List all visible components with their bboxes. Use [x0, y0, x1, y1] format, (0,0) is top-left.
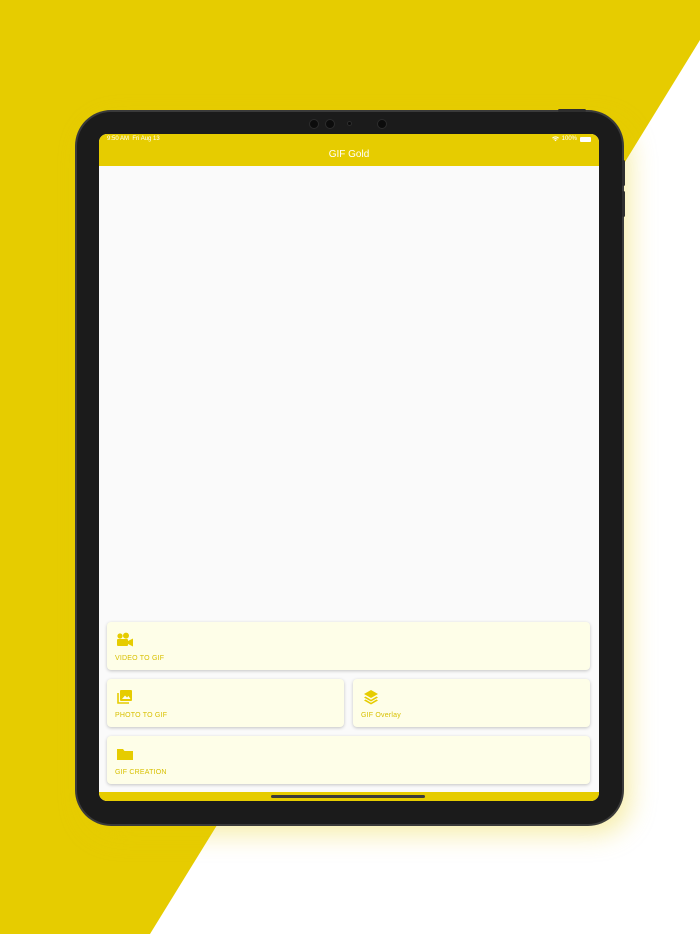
battery-icon [580, 136, 591, 142]
app-title-bar: GIF Gold [99, 144, 599, 166]
volume-button [622, 160, 625, 186]
tablet-frame: 9:50 AM Fri Aug 13 100% GIF Gold VIDEO T… [77, 109, 625, 824]
app-screen: 9:50 AM Fri Aug 13 100% GIF Gold VIDEO T… [99, 134, 599, 801]
home-indicator[interactable] [271, 795, 425, 798]
wifi-icon [551, 136, 559, 142]
photo-library-icon [117, 690, 132, 704]
volume-button [622, 191, 625, 217]
camera-icon [377, 119, 387, 129]
folder-icon [117, 749, 133, 760]
status-date-text: Fri Aug 13 [132, 136, 160, 142]
sensor-icon [347, 121, 352, 126]
video-camera-icon [117, 632, 133, 647]
status-bar: 9:50 AM Fri Aug 13 100% [99, 134, 599, 144]
video-to-gif-label: VIDEO TO GIF [115, 655, 165, 662]
battery-percent: 100% [561, 136, 577, 142]
top-button [558, 109, 586, 112]
status-time: 9:50 AM Fri Aug 13 [107, 136, 160, 142]
status-indicators: 100% [551, 136, 591, 142]
camera-icon [325, 119, 335, 129]
photo-to-gif-button[interactable]: PHOTO TO GIF [107, 679, 344, 727]
layers-icon [364, 690, 378, 705]
status-time-text: 9:50 AM [107, 136, 130, 142]
gif-overlay-button[interactable]: GIF Overlay [353, 679, 590, 727]
app-title: GIF Gold [328, 149, 370, 160]
gif-creation-label: GIF CREATION [115, 769, 167, 776]
gif-creation-button[interactable]: GIF CREATION [107, 736, 590, 784]
video-to-gif-button[interactable]: VIDEO TO GIF [107, 622, 590, 670]
camera-icon [309, 119, 319, 129]
preview-area [99, 166, 599, 621]
photo-to-gif-label: PHOTO TO GIF [115, 712, 168, 719]
gif-overlay-label: GIF Overlay [361, 712, 401, 719]
